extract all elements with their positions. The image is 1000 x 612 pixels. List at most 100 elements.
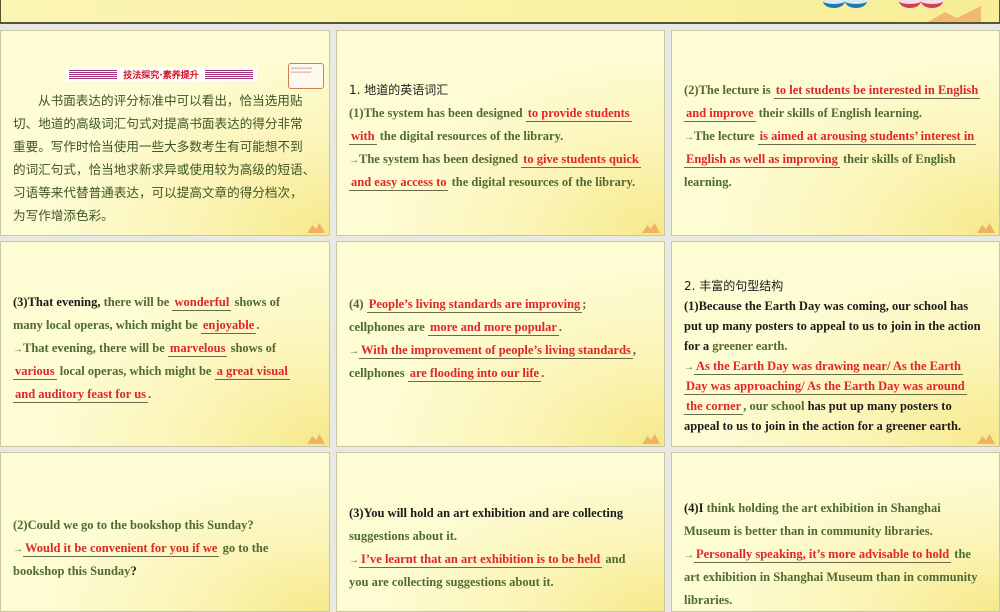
- slide-thumbnail[interactable]: (3)That evening, there will be wonderful…: [0, 241, 330, 447]
- intro-text: 从书面表达的评分标准中可以看出，恰当选用贴 切、地道的高级词汇句式对提高书面表达…: [13, 89, 321, 227]
- answer-blank: As the Earth Day was drawing near/ As th…: [694, 359, 963, 375]
- section-banner: 技法探究·素养提升: [65, 67, 257, 81]
- text-segment: appeal to us to join in the action for a…: [684, 419, 962, 433]
- slide-text: (3)You will hold an art exhibition and a…: [349, 502, 656, 594]
- text-line: with the digital resources of the librar…: [349, 125, 656, 148]
- slide-thumbnail[interactable]: (2)The lecture is to let students be int…: [671, 30, 1000, 236]
- text-segment: the digital resources of the library.: [376, 129, 564, 143]
- answer-blank: to provide students: [525, 106, 632, 122]
- answer-blank: and improve: [684, 106, 756, 122]
- text-segment: has put up many posters to: [804, 399, 952, 413]
- text-segment: (3)That evening,: [13, 295, 101, 309]
- text-segment: 2. 丰富的句型结构: [684, 279, 784, 293]
- answer-blank: Day was approaching/ As the Earth Day wa…: [684, 379, 967, 395]
- intro-line: 为写作增添色彩。: [13, 208, 114, 223]
- text-line: (1)Because the Earth Day was coming, our…: [684, 296, 991, 316]
- intro-line: 从书面表达的评分标准中可以看出，恰当选用贴: [38, 93, 303, 108]
- text-line: many local operas, which might be enjoya…: [13, 314, 321, 337]
- slide-text: 1. 地道的英语词汇 (1)The system has been designe…: [349, 79, 656, 194]
- slide-thumbnail[interactable]: (4)I think holding the art exhibition in…: [671, 452, 1000, 612]
- text-line: (4)I think holding the art exhibition in…: [684, 497, 991, 520]
- maple-leaf-icon: [921, 6, 981, 22]
- text-line: you are collecting suggestions about it.: [349, 571, 656, 594]
- text-segment: go to the: [219, 541, 269, 555]
- text-segment: , our school: [743, 399, 805, 413]
- text-segment: cellphones are: [349, 320, 428, 334]
- answer-blank: I’ve learnt that an art exhibition is to…: [359, 552, 603, 568]
- banner-title: 技法探究·素养提升: [123, 70, 199, 81]
- text-line: cellphones are flooding into our life.: [349, 362, 656, 385]
- footprint-pink-icon: [899, 0, 921, 8]
- answer-blank: various: [13, 364, 57, 380]
- arrow-icon: →: [13, 344, 23, 355]
- text-line: and improve their skills of English lear…: [684, 102, 991, 125]
- slide-thumbnail[interactable]: (3)You will hold an art exhibition and a…: [336, 452, 665, 612]
- answer-blank: With the improvement of people’s living …: [359, 343, 633, 359]
- text-segment: their skills of English learning.: [755, 106, 922, 120]
- slide-thumbnail[interactable]: 1. 地道的英语词汇 (1)The system has been designe…: [336, 30, 665, 236]
- text-line: Museum is better than in community libra…: [684, 520, 991, 543]
- text-line: (2)The lecture is to let students be int…: [684, 79, 991, 102]
- answer-blank: more and more popular: [427, 320, 559, 336]
- answer-blank: Personally speaking, it’s more advisable…: [694, 547, 952, 563]
- banner-stripes: [69, 69, 118, 79]
- arrow-icon: →: [349, 155, 359, 166]
- intro-line: 习语等来代替普通表达，可以提高文章的得分档次，: [13, 185, 303, 200]
- arrow-icon: →: [349, 555, 359, 566]
- text-line: cellphones are more and more popular.: [349, 316, 656, 339]
- slide-text: (2)The lecture is to let students be int…: [684, 79, 991, 194]
- slide-text: (4) People’s living standards are improv…: [349, 293, 656, 385]
- text-segment: (2)Could we go to the bookshop this Sund…: [13, 518, 254, 532]
- text-segment: The system has been designed: [359, 152, 522, 166]
- slide-text: (3)That evening, there will be wonderful…: [13, 291, 321, 406]
- maple-leaf-icon: [977, 223, 995, 233]
- text-segment: 1. 地道的英语词汇: [349, 83, 449, 97]
- answer-blank: is aimed at arousing students’ interest …: [757, 129, 977, 145]
- text-segment: for a: [684, 339, 713, 353]
- answer-blank: marvelous: [167, 341, 228, 357]
- text-segment: .: [256, 318, 260, 332]
- previous-slide-strip: [0, 0, 1000, 24]
- arrow-icon: →: [349, 346, 359, 357]
- text-line: → Personally speaking, it’s more advisabl…: [684, 543, 991, 566]
- answer-blank: with: [349, 129, 377, 145]
- arrow-icon: →: [684, 362, 694, 373]
- text-segment: think holding the art exhibition in Shan…: [703, 501, 941, 515]
- text-segment: .: [558, 320, 563, 334]
- text-segment: shows of: [227, 341, 277, 355]
- text-segment: Museum is better than in community libra…: [684, 524, 933, 538]
- text-segment: the digital resources of the library.: [448, 175, 636, 189]
- answer-blank: English as well as improving: [684, 152, 840, 168]
- intro-line: 重要。写作时恰当使用一些大多数考生有可能想不到: [13, 139, 303, 154]
- text-segment: (1)The system has been designed: [349, 106, 526, 120]
- text-segment: cellphones: [349, 366, 408, 380]
- maple-leaf-icon: [642, 223, 660, 233]
- text-line: suggestions about it.: [349, 525, 656, 548]
- text-line: the corner, our school has put up many p…: [684, 396, 991, 416]
- answer-blank: wonderful: [172, 295, 232, 311]
- answer-blank: and auditory feast for us: [13, 387, 149, 403]
- slide-thumbnail[interactable]: (4) People’s living standards are improv…: [336, 241, 665, 447]
- maple-leaf-icon: [642, 434, 660, 444]
- note-card-icon: ▪▪▪▪▪▪▪▪ ▪▪▪▪▪▪▪▪▪▪▪ ▪▪▪▪▪▪▪▪▪▪ ▪▪▪▪▪▪▪▪: [288, 63, 324, 89]
- footprint-blue-icon: [845, 0, 867, 8]
- maple-leaf-icon: [307, 434, 325, 444]
- slide-thumbnail-intro[interactable]: 技法探究·素养提升 ▪▪▪▪▪▪▪▪ ▪▪▪▪▪▪▪▪▪▪▪ ▪▪▪▪▪▪▪▪▪…: [0, 30, 330, 236]
- text-line: → As the Earth Day was drawing near/ As t…: [684, 356, 991, 376]
- answer-blank: to let students be interested in English: [773, 83, 981, 99]
- slide-thumbnail[interactable]: (2)Could we go to the bookshop this Sund…: [0, 452, 330, 612]
- text-line: for a greener earth.: [684, 336, 991, 356]
- footprint-blue-icon: [823, 0, 845, 8]
- text-segment: (1)Because the Earth Day was coming, our…: [684, 299, 969, 313]
- text-line: 2. 丰富的句型结构: [684, 276, 991, 296]
- text-segment: suggestions about it.: [349, 529, 458, 543]
- answer-blank: are flooding into our life: [407, 366, 542, 382]
- text-line: (2)Could we go to the bookshop this Sund…: [13, 514, 321, 537]
- text-line: appeal to us to join in the action for a…: [684, 416, 991, 436]
- text-line: →The lecture is aimed at arousing studen…: [684, 125, 991, 148]
- answer-blank: the corner: [684, 399, 744, 415]
- slide-thumbnail[interactable]: 2. 丰富的句型结构 (1)Because the Earth Day was c…: [671, 241, 1000, 447]
- text-segment: shows of: [231, 295, 280, 309]
- text-segment: ?: [130, 564, 137, 578]
- text-segment: local operas, which might be: [56, 364, 215, 378]
